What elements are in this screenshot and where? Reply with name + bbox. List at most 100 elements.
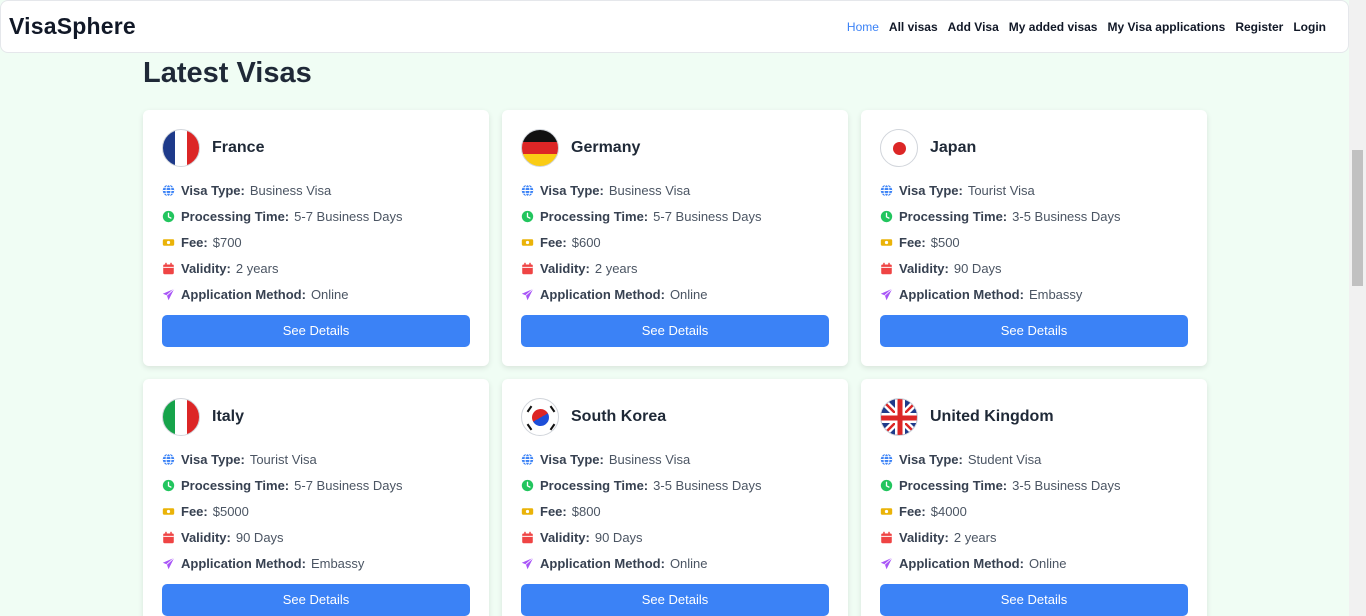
method-value: Embassy [1028,286,1083,302]
navbar: VisaSphere Home All visas Add Visa My ad… [0,0,1349,53]
nav-register[interactable]: Register [1235,20,1283,34]
fee-value: $700 [212,234,242,250]
fee-label: Fee: [181,503,208,519]
see-details-button[interactable]: See Details [162,583,470,616]
processing-label: Processing Time: [899,478,1008,494]
calendar-icon [880,262,893,275]
processing-label: Processing Time: [540,209,649,225]
globe-icon [521,184,534,198]
fee-value: $500 [930,234,960,250]
validity-row: Validity: 90 Days [521,524,829,550]
visa-type-label: Visa Type: [899,183,963,199]
processing-value: 3-5 Business Days [1012,209,1121,225]
method-row: Application Method: Online [880,550,1188,576]
clock-icon [880,210,893,223]
method-row: Application Method: Online [162,281,470,307]
method-label: Application Method: [181,555,306,571]
validity-value: 90 Days [235,529,284,545]
page-title: Latest Visas [143,57,312,89]
germany-flag-icon [521,129,559,167]
method-label: Application Method: [899,555,1024,571]
method-row: Application Method: Embassy [162,550,470,576]
fee-label: Fee: [540,234,567,250]
fee-label: Fee: [899,503,926,519]
validity-label: Validity: [540,529,590,545]
method-value: Online [669,286,708,302]
validity-label: Validity: [899,260,949,276]
visa-card: United Kingdom Visa Type: Student Visa Proc… [861,379,1207,616]
fee-row: Fee: $800 [521,499,829,525]
nav-my-visa-applications[interactable]: My Visa applications [1107,20,1225,34]
clock-icon [521,210,534,223]
paper-plane-icon [880,288,893,301]
ticket-icon [880,505,893,518]
visa-type-value: Business Visa [608,452,691,468]
method-label: Application Method: [540,555,665,571]
paper-plane-icon [880,557,893,570]
method-row: Application Method: Online [521,281,829,307]
method-value: Online [310,286,349,302]
see-details-button[interactable]: See Details [880,314,1188,347]
nav-add-visa[interactable]: Add Visa [948,20,999,34]
validity-label: Validity: [540,260,590,276]
card-header: United Kingdom [880,397,1188,437]
card-header: Japan [880,128,1188,168]
globe-icon [880,453,893,467]
paper-plane-icon [521,557,534,570]
processing-row: Processing Time: 3-5 Business Days [521,473,829,499]
ticket-icon [521,236,534,249]
scrollbar-thumb[interactable] [1352,150,1363,286]
ticket-icon [162,236,175,249]
france-flag-icon [162,129,200,167]
visa-grid: France Visa Type: Business Visa Processing … [143,110,1207,616]
visa-card: South Korea Visa Type: Business Visa Proces… [502,379,848,616]
fee-row: Fee: $5000 [162,499,470,525]
nav-all-visas[interactable]: All visas [889,20,938,34]
processing-label: Processing Time: [181,209,290,225]
see-details-button[interactable]: See Details [162,314,470,347]
fee-label: Fee: [181,234,208,250]
calendar-icon [162,262,175,275]
nav-home[interactable]: Home [847,20,879,34]
brand-logo[interactable]: VisaSphere [9,13,136,40]
method-row: Application Method: Online [521,550,829,576]
visa-type-label: Visa Type: [540,452,604,468]
processing-row: Processing Time: 3-5 Business Days [880,473,1188,499]
validity-value: 2 years [953,529,997,545]
method-row: Application Method: Embassy [880,281,1188,307]
see-details-button[interactable]: See Details [521,314,829,347]
visa-type-value: Student Visa [967,452,1042,468]
nav-my-added-visas[interactable]: My added visas [1009,20,1098,34]
japan-flag-icon [880,129,918,167]
country-name: Germany [571,139,641,156]
ticket-icon [162,505,175,518]
italy-flag-icon [162,398,200,436]
fee-value: $600 [571,234,601,250]
processing-value: 5-7 Business Days [294,478,403,494]
fee-row: Fee: $500 [880,230,1188,256]
visa-type-row: Visa Type: Tourist Visa [880,178,1188,204]
processing-value: 3-5 Business Days [653,478,762,494]
visa-type-row: Visa Type: Tourist Visa [162,447,470,473]
visa-type-value: Business Visa [249,183,332,199]
processing-value: 5-7 Business Days [294,209,403,225]
method-value: Online [669,555,708,571]
nav-login[interactable]: Login [1293,20,1326,34]
visa-type-row: Visa Type: Business Visa [521,447,829,473]
processing-label: Processing Time: [899,209,1008,225]
see-details-button[interactable]: See Details [880,583,1188,616]
calendar-icon [521,531,534,544]
processing-label: Processing Time: [181,478,290,494]
see-details-button[interactable]: See Details [521,583,829,616]
page-scrollbar[interactable] [1349,0,1366,616]
processing-row: Processing Time: 3-5 Business Days [880,204,1188,230]
fee-row: Fee: $700 [162,230,470,256]
clock-icon [521,479,534,492]
globe-icon [162,453,175,467]
visa-type-label: Visa Type: [540,183,604,199]
validity-value: 2 years [235,260,279,276]
country-name: South Korea [571,408,667,425]
validity-value: 90 Days [594,529,643,545]
method-value: Online [1028,555,1067,571]
visa-type-value: Business Visa [608,183,691,199]
